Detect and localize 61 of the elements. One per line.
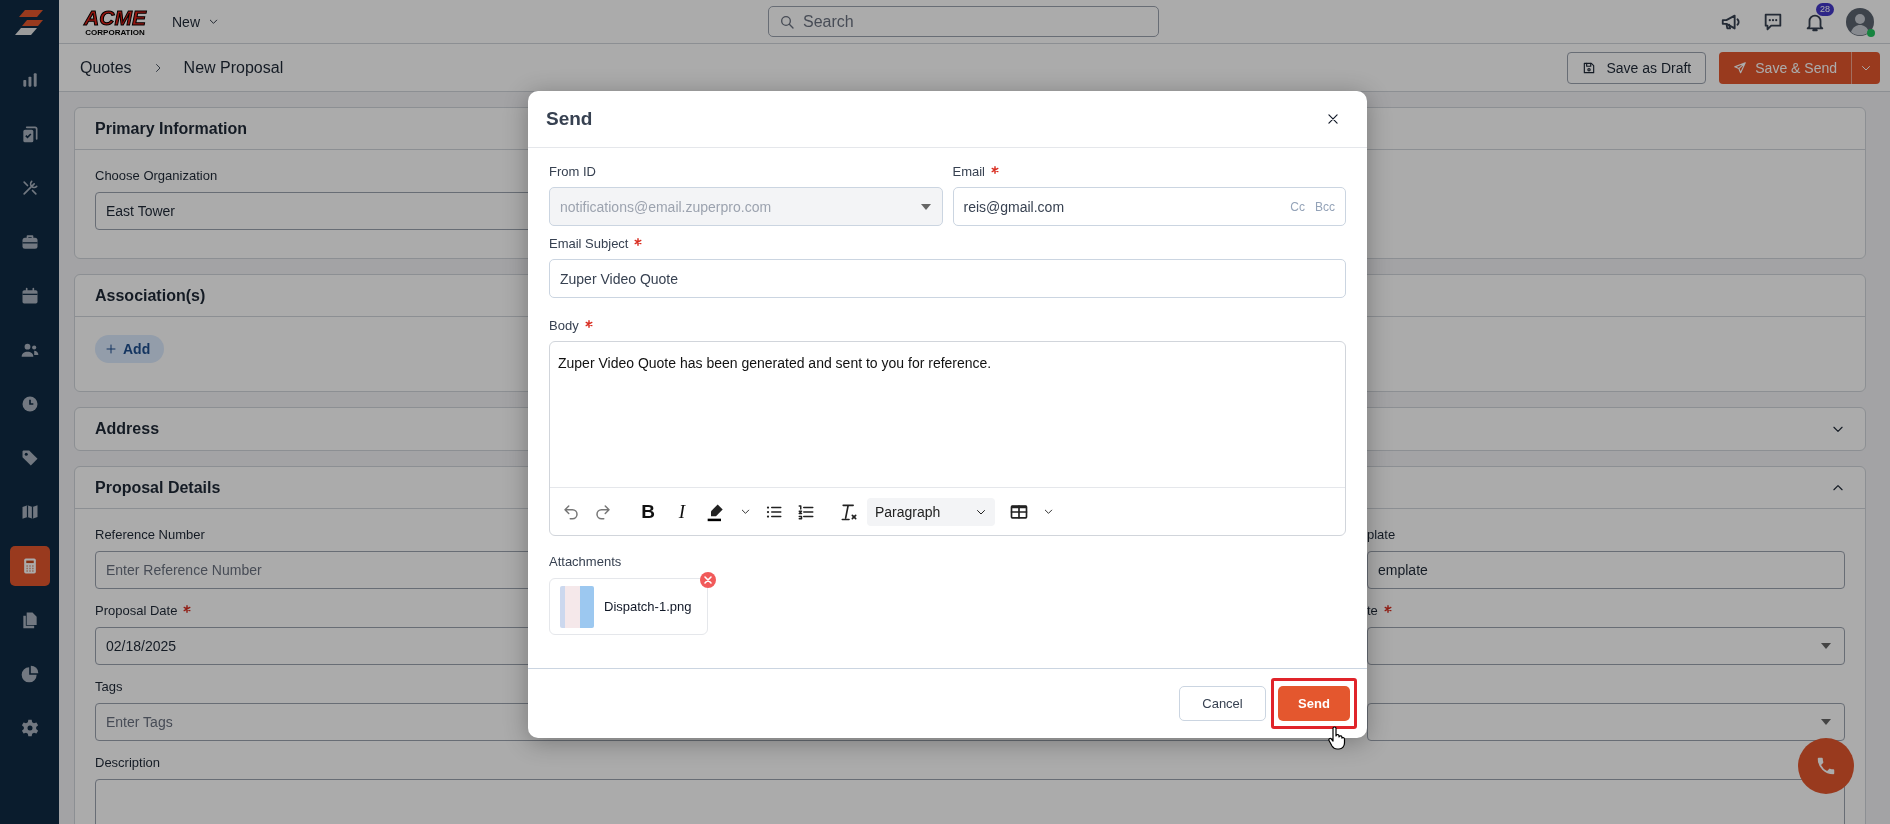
block-format-select[interactable]: Paragraph bbox=[867, 497, 995, 526]
plus-icon bbox=[105, 343, 117, 355]
section-title: Address bbox=[95, 420, 160, 438]
caret-icon bbox=[1820, 718, 1832, 726]
search-field[interactable]: Search bbox=[768, 6, 1159, 37]
field-label: Email Subject bbox=[549, 236, 629, 251]
field-label: Body bbox=[549, 318, 579, 333]
chevron-down-icon bbox=[1043, 506, 1054, 517]
save-draft-button[interactable]: Save as Draft bbox=[1567, 51, 1707, 84]
attachment-card[interactable]: Dispatch-1.png bbox=[549, 578, 708, 635]
settings-icon bbox=[19, 718, 40, 738]
dropdown-field[interactable] bbox=[1367, 703, 1845, 741]
image-thumbnail bbox=[560, 585, 594, 628]
paper-plane-icon bbox=[1733, 60, 1748, 75]
text-field[interactable]: emplate bbox=[1367, 551, 1845, 589]
company-logo-subtitle: CORPORATION bbox=[85, 28, 145, 37]
chevron-down-icon bbox=[208, 16, 219, 27]
file-name: Dispatch-1.png bbox=[604, 599, 692, 614]
undo-icon[interactable] bbox=[562, 502, 580, 521]
section-title: Proposal Details bbox=[95, 478, 221, 497]
bold-button[interactable]: B bbox=[638, 500, 658, 523]
field-label: Proposal Date bbox=[95, 603, 178, 618]
redo-icon[interactable] bbox=[594, 502, 612, 521]
dialog-title: Send bbox=[546, 108, 593, 130]
phone-icon bbox=[1815, 755, 1837, 777]
avatar-icon[interactable] bbox=[1846, 7, 1874, 36]
new-menu-button[interactable]: New bbox=[172, 13, 219, 30]
remove-icon[interactable] bbox=[700, 572, 716, 588]
field-label: Choose Organization bbox=[95, 168, 218, 183]
pie-chart-icon bbox=[19, 664, 40, 684]
italic-button[interactable]: I bbox=[672, 500, 692, 523]
breadcrumb-link[interactable]: Quotes bbox=[80, 58, 132, 77]
chevron-down-icon bbox=[740, 506, 751, 517]
field-label: te bbox=[1367, 603, 1378, 618]
notification-count: 28 bbox=[1816, 2, 1834, 16]
caret-icon bbox=[1820, 642, 1832, 650]
subject-field[interactable]: Zuper Video Quote bbox=[549, 259, 1346, 298]
company-logo-text: ACME bbox=[84, 6, 146, 28]
send-button[interactable]: Send bbox=[1278, 686, 1350, 721]
field-label: Email bbox=[952, 164, 985, 179]
add-button[interactable]: Add bbox=[95, 335, 165, 363]
section-title: Association(s) bbox=[95, 286, 206, 305]
section-title: Primary Information bbox=[95, 119, 248, 138]
field-label: From ID bbox=[549, 164, 596, 179]
section-label: Attachments bbox=[549, 554, 623, 569]
sidebar-item[interactable] bbox=[9, 546, 50, 586]
close-button[interactable] bbox=[1326, 112, 1340, 126]
text-area[interactable] bbox=[95, 779, 1845, 824]
field-label: plate bbox=[1367, 527, 1396, 542]
field-label: Tags bbox=[95, 679, 123, 694]
close-icon bbox=[1326, 112, 1340, 126]
text-area[interactable]: Zuper Video Quote has been generated and sent to you for reference. bbox=[550, 342, 1345, 487]
cancel-button[interactable]: Cancel bbox=[1179, 686, 1266, 721]
numbered-list-icon[interactable] bbox=[797, 502, 815, 521]
save-send-dropdown[interactable] bbox=[1851, 51, 1880, 84]
page-title: New Proposal bbox=[183, 58, 284, 77]
dropdown-field[interactable] bbox=[1367, 627, 1845, 665]
search-icon bbox=[779, 13, 795, 30]
field-label: Reference Number bbox=[95, 527, 205, 542]
caret-icon bbox=[919, 202, 932, 211]
field-label: Description bbox=[95, 755, 161, 770]
